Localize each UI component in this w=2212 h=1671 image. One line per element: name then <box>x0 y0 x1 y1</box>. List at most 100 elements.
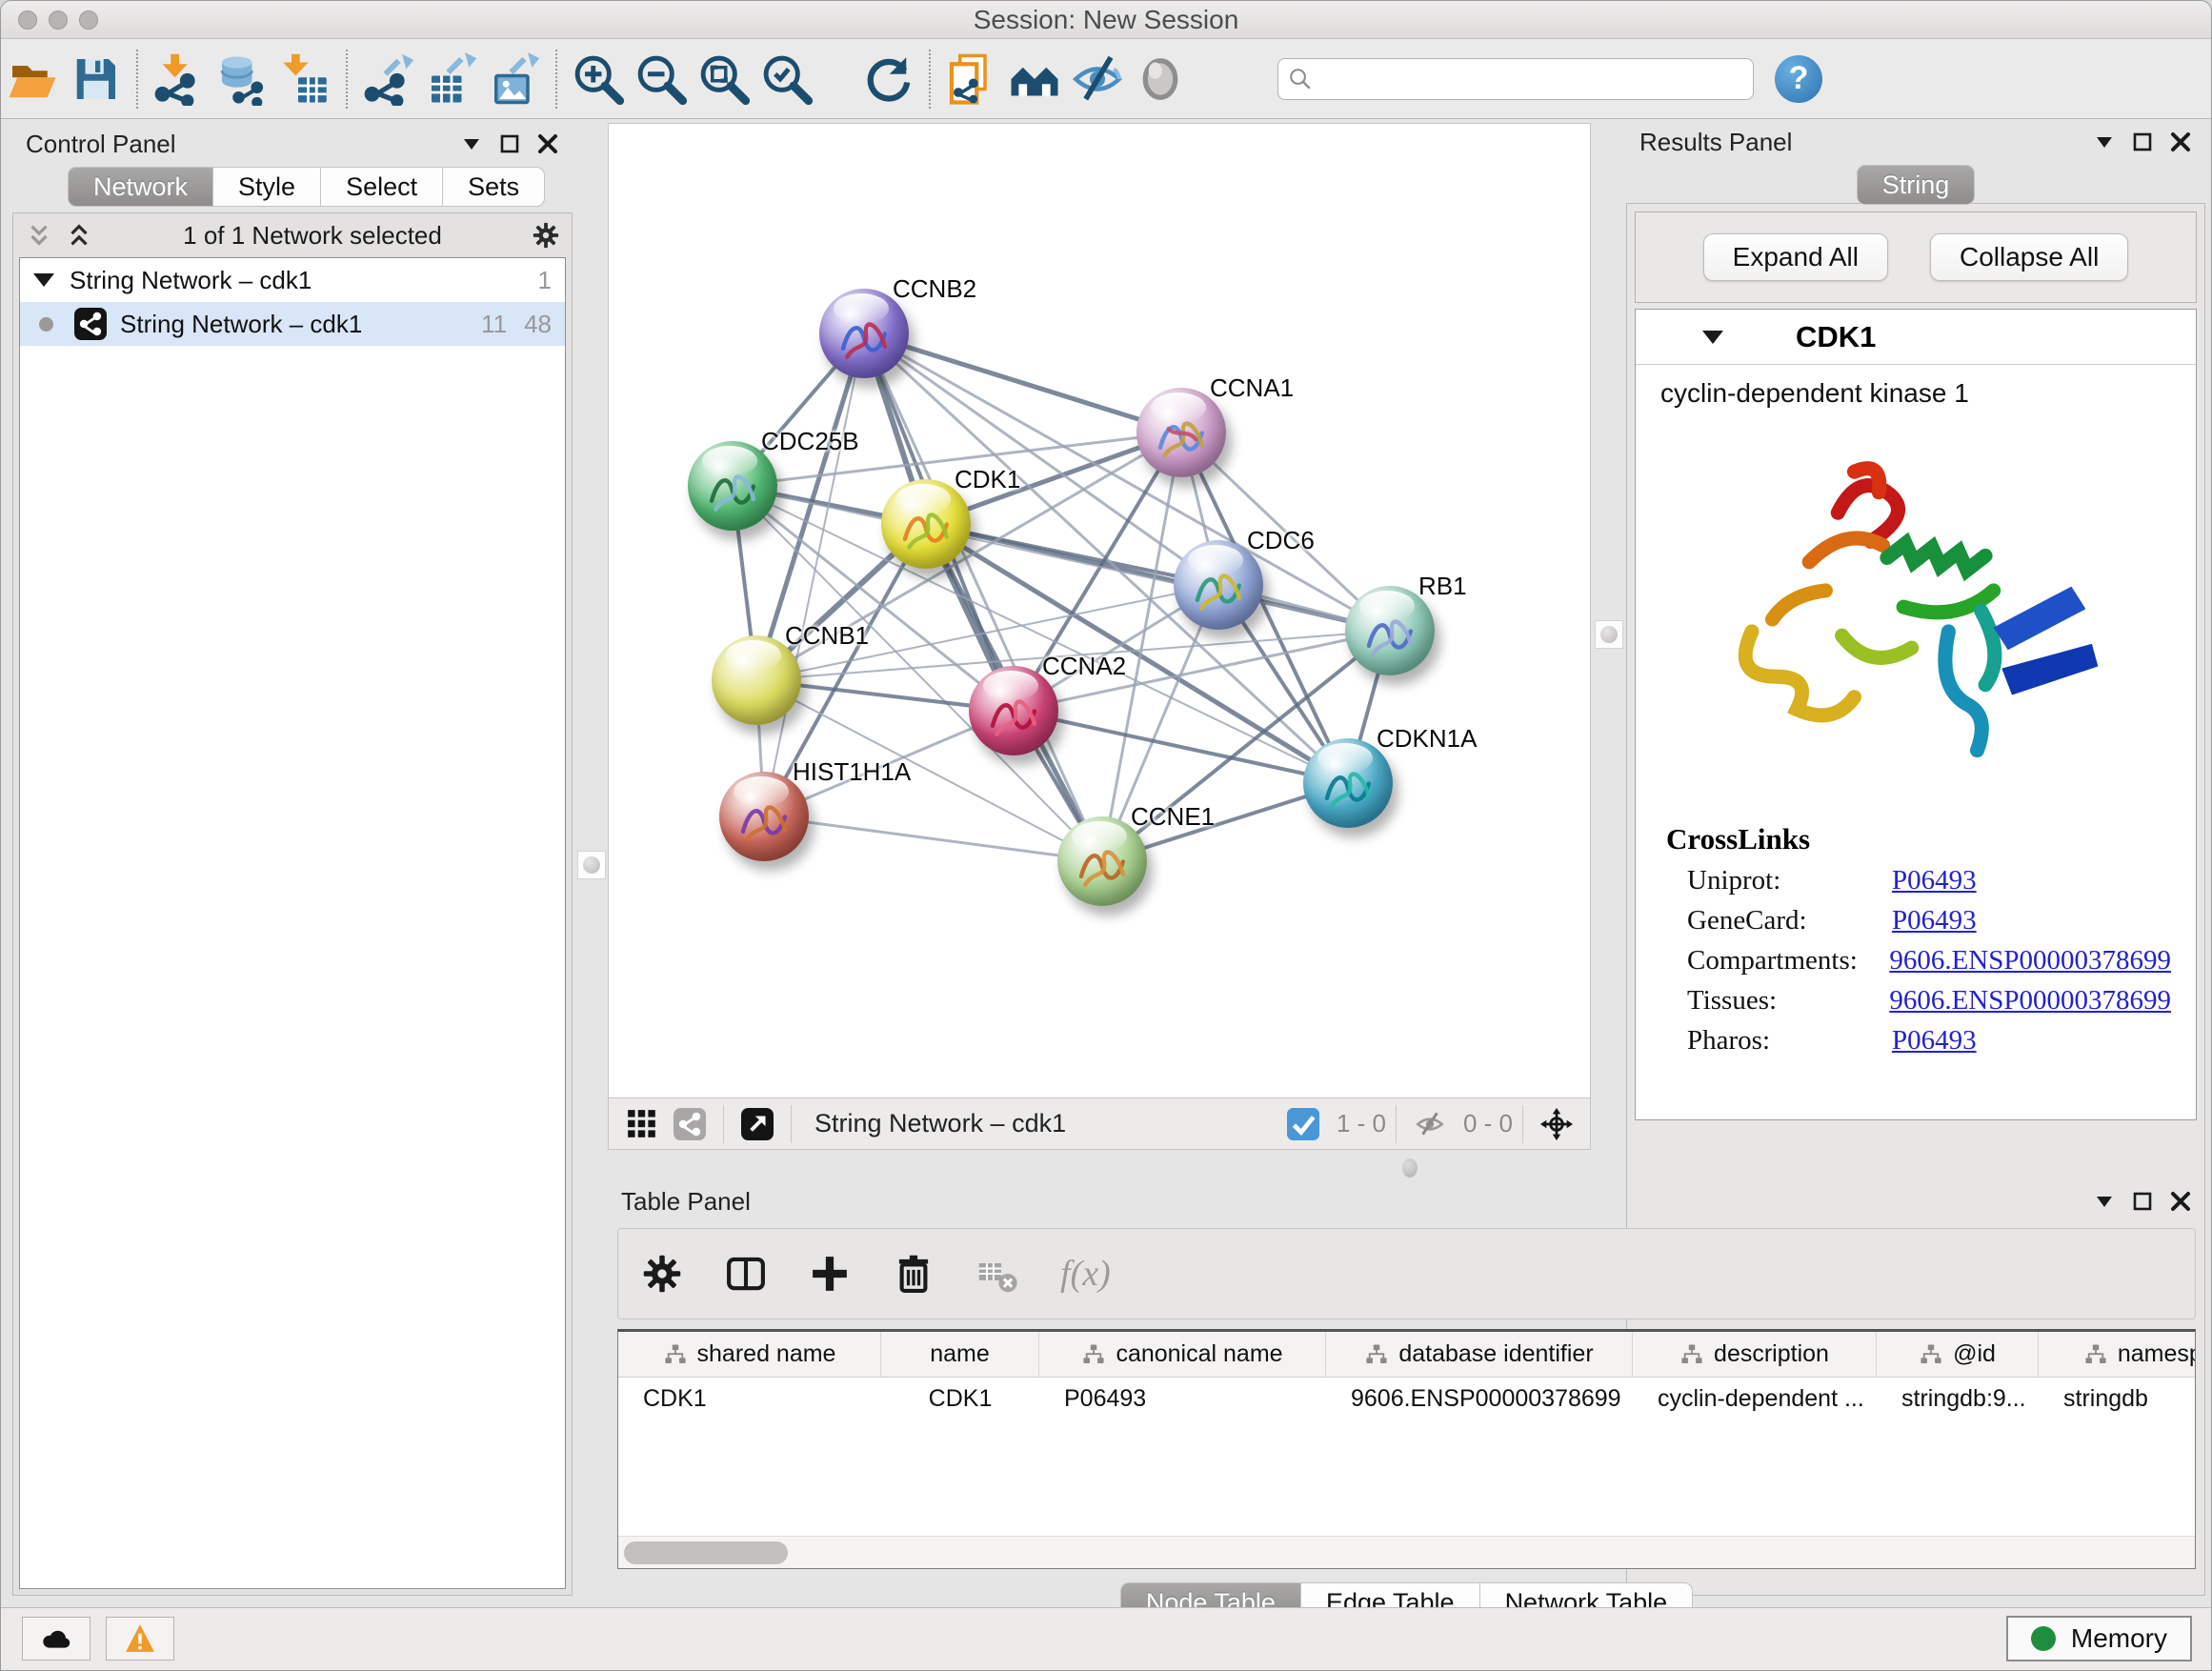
warnings-button[interactable] <box>106 1617 174 1661</box>
table-cell[interactable]: CDK1 <box>618 1378 881 1419</box>
column-header-name[interactable]: name <box>881 1332 1039 1377</box>
panel-menu-icon[interactable] <box>2093 1190 2116 1213</box>
column-header-description[interactable]: description <box>1633 1332 1877 1377</box>
panel-menu-icon[interactable] <box>460 132 483 155</box>
column-header-shared-name[interactable]: shared name <box>618 1332 881 1377</box>
network-edge[interactable] <box>764 333 864 816</box>
tab-string[interactable]: String <box>1857 165 1976 205</box>
crosslink-link[interactable]: P06493 <box>1892 905 1977 936</box>
cloud-icon <box>40 1622 72 1655</box>
search-input[interactable] <box>1313 62 1753 96</box>
node-label: CCNB2 <box>893 274 976 304</box>
tab-sets[interactable]: Sets <box>443 167 545 207</box>
collapse-triangle-icon[interactable] <box>33 273 54 287</box>
crosslink-row: Uniprot:P06493 <box>1687 865 2171 896</box>
table-cell[interactable]: 9606.ENSP00000378699 <box>1326 1378 1633 1419</box>
column-header--id[interactable]: @id <box>1877 1332 2039 1377</box>
bottom-splitter-handle[interactable] <box>1402 1158 1418 1178</box>
crosslink-label: Uniprot: <box>1687 865 1892 896</box>
left-splitter-handle[interactable] <box>577 851 606 879</box>
help-button[interactable]: ? <box>1775 55 1822 103</box>
collapse-all-icon[interactable] <box>25 221 53 250</box>
scrollbar-thumb[interactable] <box>624 1541 788 1564</box>
expand-all-button[interactable]: Expand All <box>1703 233 1888 281</box>
horizontal-scrollbar[interactable] <box>618 1536 2195 1568</box>
table-cell[interactable]: stringdb:9... <box>1877 1378 2039 1419</box>
gear-icon[interactable] <box>532 221 560 250</box>
network-edge[interactable] <box>1014 711 1348 783</box>
apply-layout-button[interactable] <box>856 48 919 111</box>
crosslink-link[interactable]: P06493 <box>1892 1025 1977 1057</box>
zoom-in-button[interactable] <box>567 48 630 111</box>
zoom-selected-button[interactable] <box>755 48 818 111</box>
hide-selected-button[interactable] <box>1066 48 1129 111</box>
column-header-database-identifier[interactable]: database identifier <box>1326 1332 1633 1377</box>
column-header-canonical-name[interactable]: canonical name <box>1039 1332 1326 1377</box>
table-row[interactable]: CDK1CDK1P064939606.ENSP00000378699cyclin… <box>618 1378 2195 1419</box>
gene-entry-header[interactable]: CDK1 <box>1636 310 2196 365</box>
memory-button[interactable]: Memory <box>2006 1616 2192 1661</box>
cloud-status-button[interactable] <box>22 1617 90 1661</box>
separator <box>1396 1105 1397 1143</box>
import-network-file-button[interactable] <box>148 48 211 111</box>
zoom-fit-button[interactable] <box>693 48 755 111</box>
add-column-icon[interactable] <box>809 1253 851 1295</box>
control-panel: Control Panel Network Style Select Sets … <box>12 125 573 1598</box>
table-cell[interactable]: P06493 <box>1039 1378 1326 1419</box>
toolbar-separator <box>929 50 931 109</box>
expand-all-icon[interactable] <box>65 221 93 250</box>
import-network-database-button[interactable] <box>211 48 273 111</box>
table-cell[interactable]: cyclin-dependent ... <box>1633 1378 1877 1419</box>
memory-status-dot <box>2031 1626 2056 1651</box>
network-view-mode-button[interactable] <box>674 1108 706 1140</box>
crosslink-link[interactable]: P06493 <box>1892 865 1977 896</box>
crosslink-link[interactable]: 9606.ENSP00000378699 <box>1889 945 2171 976</box>
show-all-button[interactable] <box>1129 48 1192 111</box>
right-splitter-handle[interactable] <box>1595 620 1623 649</box>
export-table-button[interactable] <box>420 48 483 111</box>
close-panel-icon[interactable] <box>2169 1190 2192 1213</box>
close-panel-icon[interactable] <box>536 132 559 155</box>
first-neighbors-button[interactable] <box>1003 48 1066 111</box>
refresh-icon <box>861 52 915 106</box>
center-view-button[interactable] <box>1540 1108 1573 1140</box>
network-row[interactable]: String Network – cdk1 11 48 <box>20 302 565 346</box>
crosslink-link[interactable]: 9606.ENSP00000378699 <box>1889 985 2171 1017</box>
selected-checkbox-icon[interactable] <box>1287 1108 1319 1140</box>
gear-icon[interactable] <box>641 1253 683 1295</box>
collapse-triangle-icon[interactable] <box>1702 331 1723 344</box>
network-edge[interactable] <box>864 333 1181 433</box>
float-panel-icon[interactable] <box>2131 1190 2154 1213</box>
export-image-button[interactable] <box>483 48 546 111</box>
show-columns-icon[interactable] <box>725 1253 767 1295</box>
collapse-all-button[interactable]: Collapse All <box>1930 233 2128 281</box>
network-collection-row[interactable]: String Network – cdk1 1 <box>20 258 565 302</box>
column-header-namespace[interactable]: namespace <box>2039 1332 2196 1377</box>
search-box[interactable] <box>1277 58 1754 100</box>
save-session-button[interactable] <box>64 48 127 111</box>
table-cell[interactable]: CDK1 <box>881 1378 1039 1419</box>
float-panel-icon[interactable] <box>2131 131 2154 153</box>
node-table[interactable]: shared namenamecanonical namedatabase id… <box>617 1329 2196 1569</box>
tab-style[interactable]: Style <box>213 167 321 207</box>
crosslink-label: Compartments: <box>1687 945 1889 976</box>
network-edge[interactable] <box>764 816 1102 861</box>
birdseye-toggle-button[interactable] <box>741 1108 774 1140</box>
import-table-button[interactable] <box>273 48 336 111</box>
table-cell[interactable]: stringdb <box>2039 1378 2196 1419</box>
close-panel-icon[interactable] <box>2169 131 2192 153</box>
delete-column-icon[interactable] <box>893 1253 935 1295</box>
tab-network[interactable]: Network <box>68 167 213 207</box>
tab-select[interactable]: Select <box>321 167 443 207</box>
zoom-out-button[interactable] <box>630 48 693 111</box>
export-network-button[interactable] <box>357 48 420 111</box>
new-network-from-selection-button[interactable] <box>940 48 1003 111</box>
panel-menu-icon[interactable] <box>2093 131 2116 153</box>
table-panel-title: Table Panel <box>621 1187 751 1217</box>
network-edges[interactable] <box>609 124 1590 1097</box>
crosslink-label: Tissues: <box>1687 985 1889 1017</box>
network-canvas[interactable]: CCNB2CCNA1CDC25BCDK1CDC6RB1CCNB1CCNA2CDK… <box>609 124 1590 1097</box>
grid-toggle-button[interactable] <box>626 1108 658 1140</box>
float-panel-icon[interactable] <box>498 132 521 155</box>
open-session-button[interactable] <box>1 48 64 111</box>
